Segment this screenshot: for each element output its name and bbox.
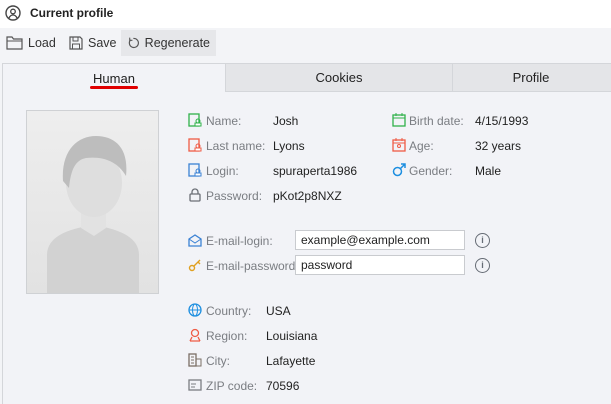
email-login-info-icon[interactable]: i (475, 233, 490, 248)
last-name-value: Lyons (273, 139, 305, 153)
folder-icon (6, 36, 23, 50)
load-button[interactable]: Load (0, 30, 62, 56)
page-title: Current profile (30, 6, 114, 20)
city-label: City: (206, 354, 230, 368)
location-pin-icon (189, 328, 201, 342)
lock-icon (189, 188, 201, 202)
country-label: Country: (206, 304, 252, 318)
age-calendar-icon (392, 138, 406, 152)
avatar (26, 110, 159, 294)
password-label: Password: (206, 189, 263, 203)
zip-value: 70596 (266, 379, 300, 393)
email-password-input[interactable] (295, 255, 465, 275)
zip-card-icon (188, 379, 202, 391)
save-label: Save (88, 36, 117, 50)
zip-label: ZIP code: (206, 379, 258, 393)
tab-cookies[interactable]: Cookies (225, 63, 453, 92)
name-card-icon (188, 113, 202, 127)
tab-profile-label: Profile (512, 70, 550, 85)
regenerate-label: Regenerate (144, 36, 210, 50)
city-value: Lafayette (266, 354, 316, 368)
country-value: USA (266, 304, 291, 318)
email-password-label: E-mail-password: (206, 259, 299, 273)
header: Current profile (0, 0, 611, 28)
tab-human[interactable]: Human (2, 63, 226, 92)
load-label: Load (28, 36, 56, 50)
name-label: Name: (206, 114, 242, 128)
save-icon (69, 36, 83, 50)
tab-profile[interactable]: Profile (452, 63, 611, 92)
name-value: Josh (273, 114, 299, 128)
male-icon (392, 163, 406, 177)
last-name-card-icon (188, 138, 202, 152)
key-icon (188, 259, 201, 272)
refresh-icon (128, 37, 139, 49)
birth-date-value: 4/15/1993 (475, 114, 529, 128)
tab-human-label: Human (93, 70, 135, 86)
login-card-icon (188, 163, 202, 177)
login-label: Login: (206, 164, 239, 178)
avatar-silhouette-icon (47, 136, 139, 293)
login-value: spuraperta1986 (273, 164, 358, 178)
password-value: pKot2p8NXZ (273, 189, 342, 203)
gender-label: Gender: (409, 164, 453, 178)
globe-icon (188, 303, 202, 317)
building-icon (188, 353, 202, 367)
email-login-label: E-mail-login: (206, 234, 273, 248)
age-label: Age: (409, 139, 434, 153)
toolbar: Load Save Regenerate (0, 28, 611, 58)
active-tab-indicator (90, 86, 138, 89)
age-value: 32 years (475, 139, 522, 153)
user-circle-icon (5, 5, 21, 21)
last-name-label: Last name: (206, 139, 266, 153)
email-password-info-icon[interactable]: i (475, 258, 490, 273)
save-button[interactable]: Save (63, 30, 123, 56)
tab-cookies-label: Cookies (315, 70, 363, 85)
gender-value: Male (475, 164, 502, 178)
regenerate-button[interactable]: Regenerate (121, 30, 216, 56)
envelope-open-icon (188, 234, 202, 247)
birth-date-label: Birth date: (409, 114, 464, 128)
calendar-icon (392, 113, 406, 127)
region-label: Region: (206, 329, 248, 343)
region-value: Louisiana (266, 329, 318, 343)
email-login-input[interactable] (295, 230, 465, 250)
